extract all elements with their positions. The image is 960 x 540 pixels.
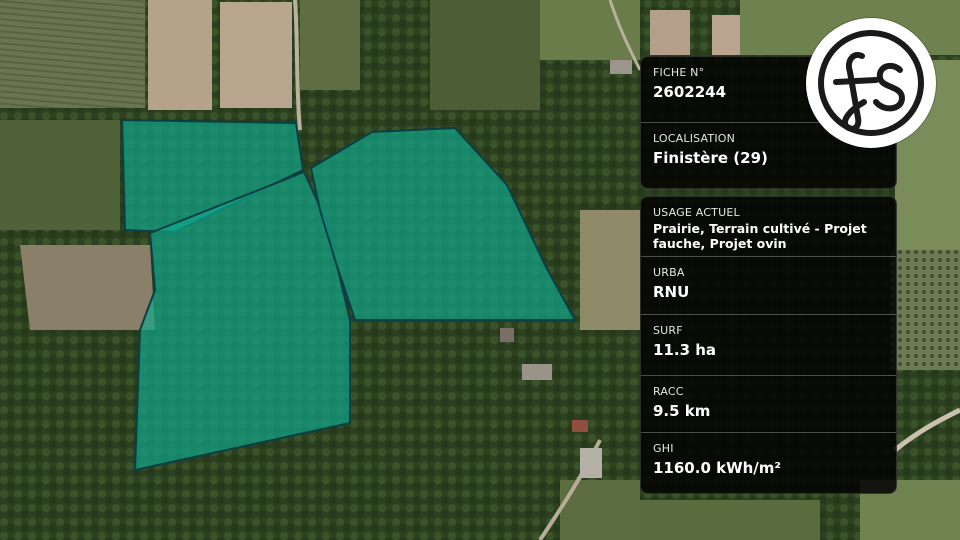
field-bare-2: [220, 2, 292, 108]
field-bare-3: [650, 10, 690, 55]
field-top: [300, 0, 360, 90]
building: [580, 448, 602, 478]
usage-value: Prairie, Terrain cultivé - Projet fauche…: [653, 221, 867, 251]
racc-label: RACC: [653, 385, 684, 398]
field-center-right: [580, 210, 640, 330]
orchard-right: [890, 250, 960, 370]
ghi-field: GHI 1160.0 kWh/m²: [641, 433, 896, 493]
info-card-bottom: USAGE ACTUEL Prairie, Terrain cultivé - …: [640, 196, 897, 494]
ghi-label: GHI: [653, 442, 674, 455]
field-left: [0, 120, 120, 230]
urba-label: URBA: [653, 266, 685, 279]
usage-label: USAGE ACTUEL: [653, 206, 740, 219]
field-bottom-right: [640, 500, 820, 540]
building: [610, 60, 632, 74]
field-clearing: [20, 245, 155, 330]
field-top-right: [540, 0, 640, 60]
building: [572, 420, 588, 432]
field-top-left: [0, 0, 145, 108]
urba-value: RNU: [653, 283, 690, 301]
building: [522, 364, 552, 380]
fs-logo-icon: [818, 30, 924, 136]
building: [500, 328, 514, 342]
urba-field: URBA RNU: [641, 257, 896, 315]
field-top-middle: [430, 0, 540, 110]
racc-field: RACC 9.5 km: [641, 376, 896, 433]
field-bare-4: [712, 15, 742, 55]
ghi-value: 1160.0 kWh/m²: [653, 459, 781, 477]
usage-field: USAGE ACTUEL Prairie, Terrain cultivé - …: [641, 197, 896, 257]
racc-value: 9.5 km: [653, 402, 711, 420]
field-bare-1: [148, 0, 212, 110]
localisation-value: Finistère (29): [653, 149, 768, 167]
surf-label: SURF: [653, 324, 683, 337]
surf-field: SURF 11.3 ha: [641, 315, 896, 376]
fs-monogram-logo: [806, 18, 936, 148]
surf-value: 11.3 ha: [653, 341, 717, 359]
